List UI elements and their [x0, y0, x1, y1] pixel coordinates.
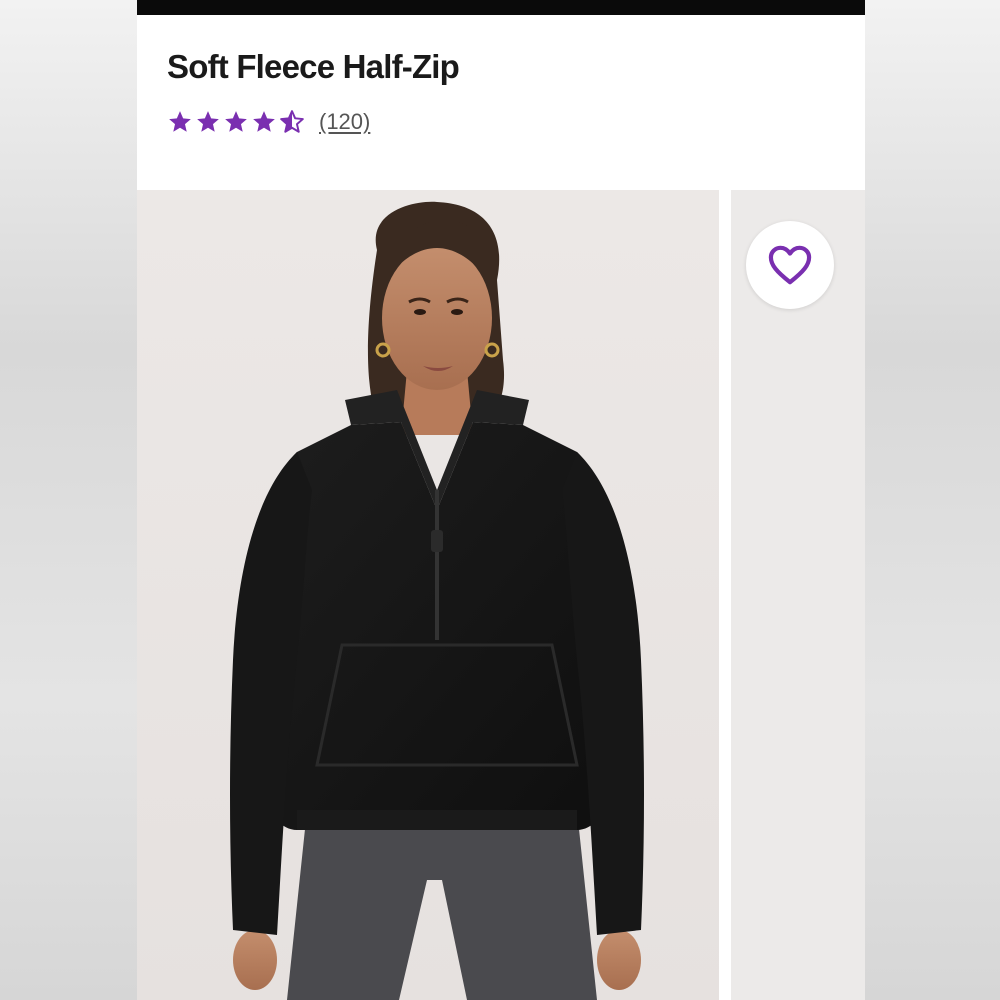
star-icon: [197, 111, 219, 132]
background-left: [0, 0, 137, 1000]
half-star-icon: [280, 110, 304, 133]
heart-icon: [768, 245, 812, 285]
product-image-next[interactable]: [731, 190, 865, 1000]
product-photo: [137, 190, 719, 1000]
product-image-main[interactable]: [137, 190, 719, 1000]
favorite-button[interactable]: [746, 221, 834, 309]
product-title: Soft Fleece Half-Zip: [167, 48, 460, 85]
star-icon: [169, 111, 191, 132]
top-bar: [137, 0, 865, 15]
star-icon: [253, 111, 275, 132]
review-count-link[interactable]: (120): [319, 109, 370, 135]
background-right: [865, 0, 1000, 1000]
star-icon: [225, 111, 247, 132]
product-rating[interactable]: (120): [167, 107, 370, 137]
product-page: Soft Fleece Half-Zip (120): [137, 0, 865, 1000]
